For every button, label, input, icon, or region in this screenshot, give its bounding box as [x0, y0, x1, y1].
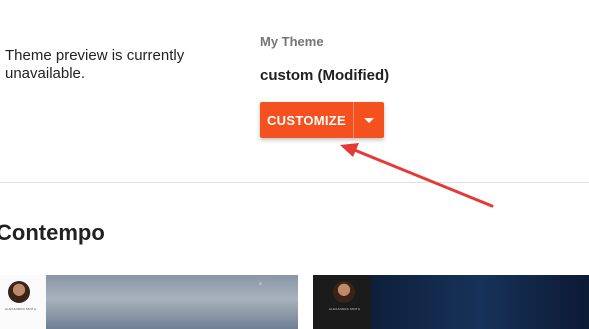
- red-arrow-icon: [340, 143, 494, 208]
